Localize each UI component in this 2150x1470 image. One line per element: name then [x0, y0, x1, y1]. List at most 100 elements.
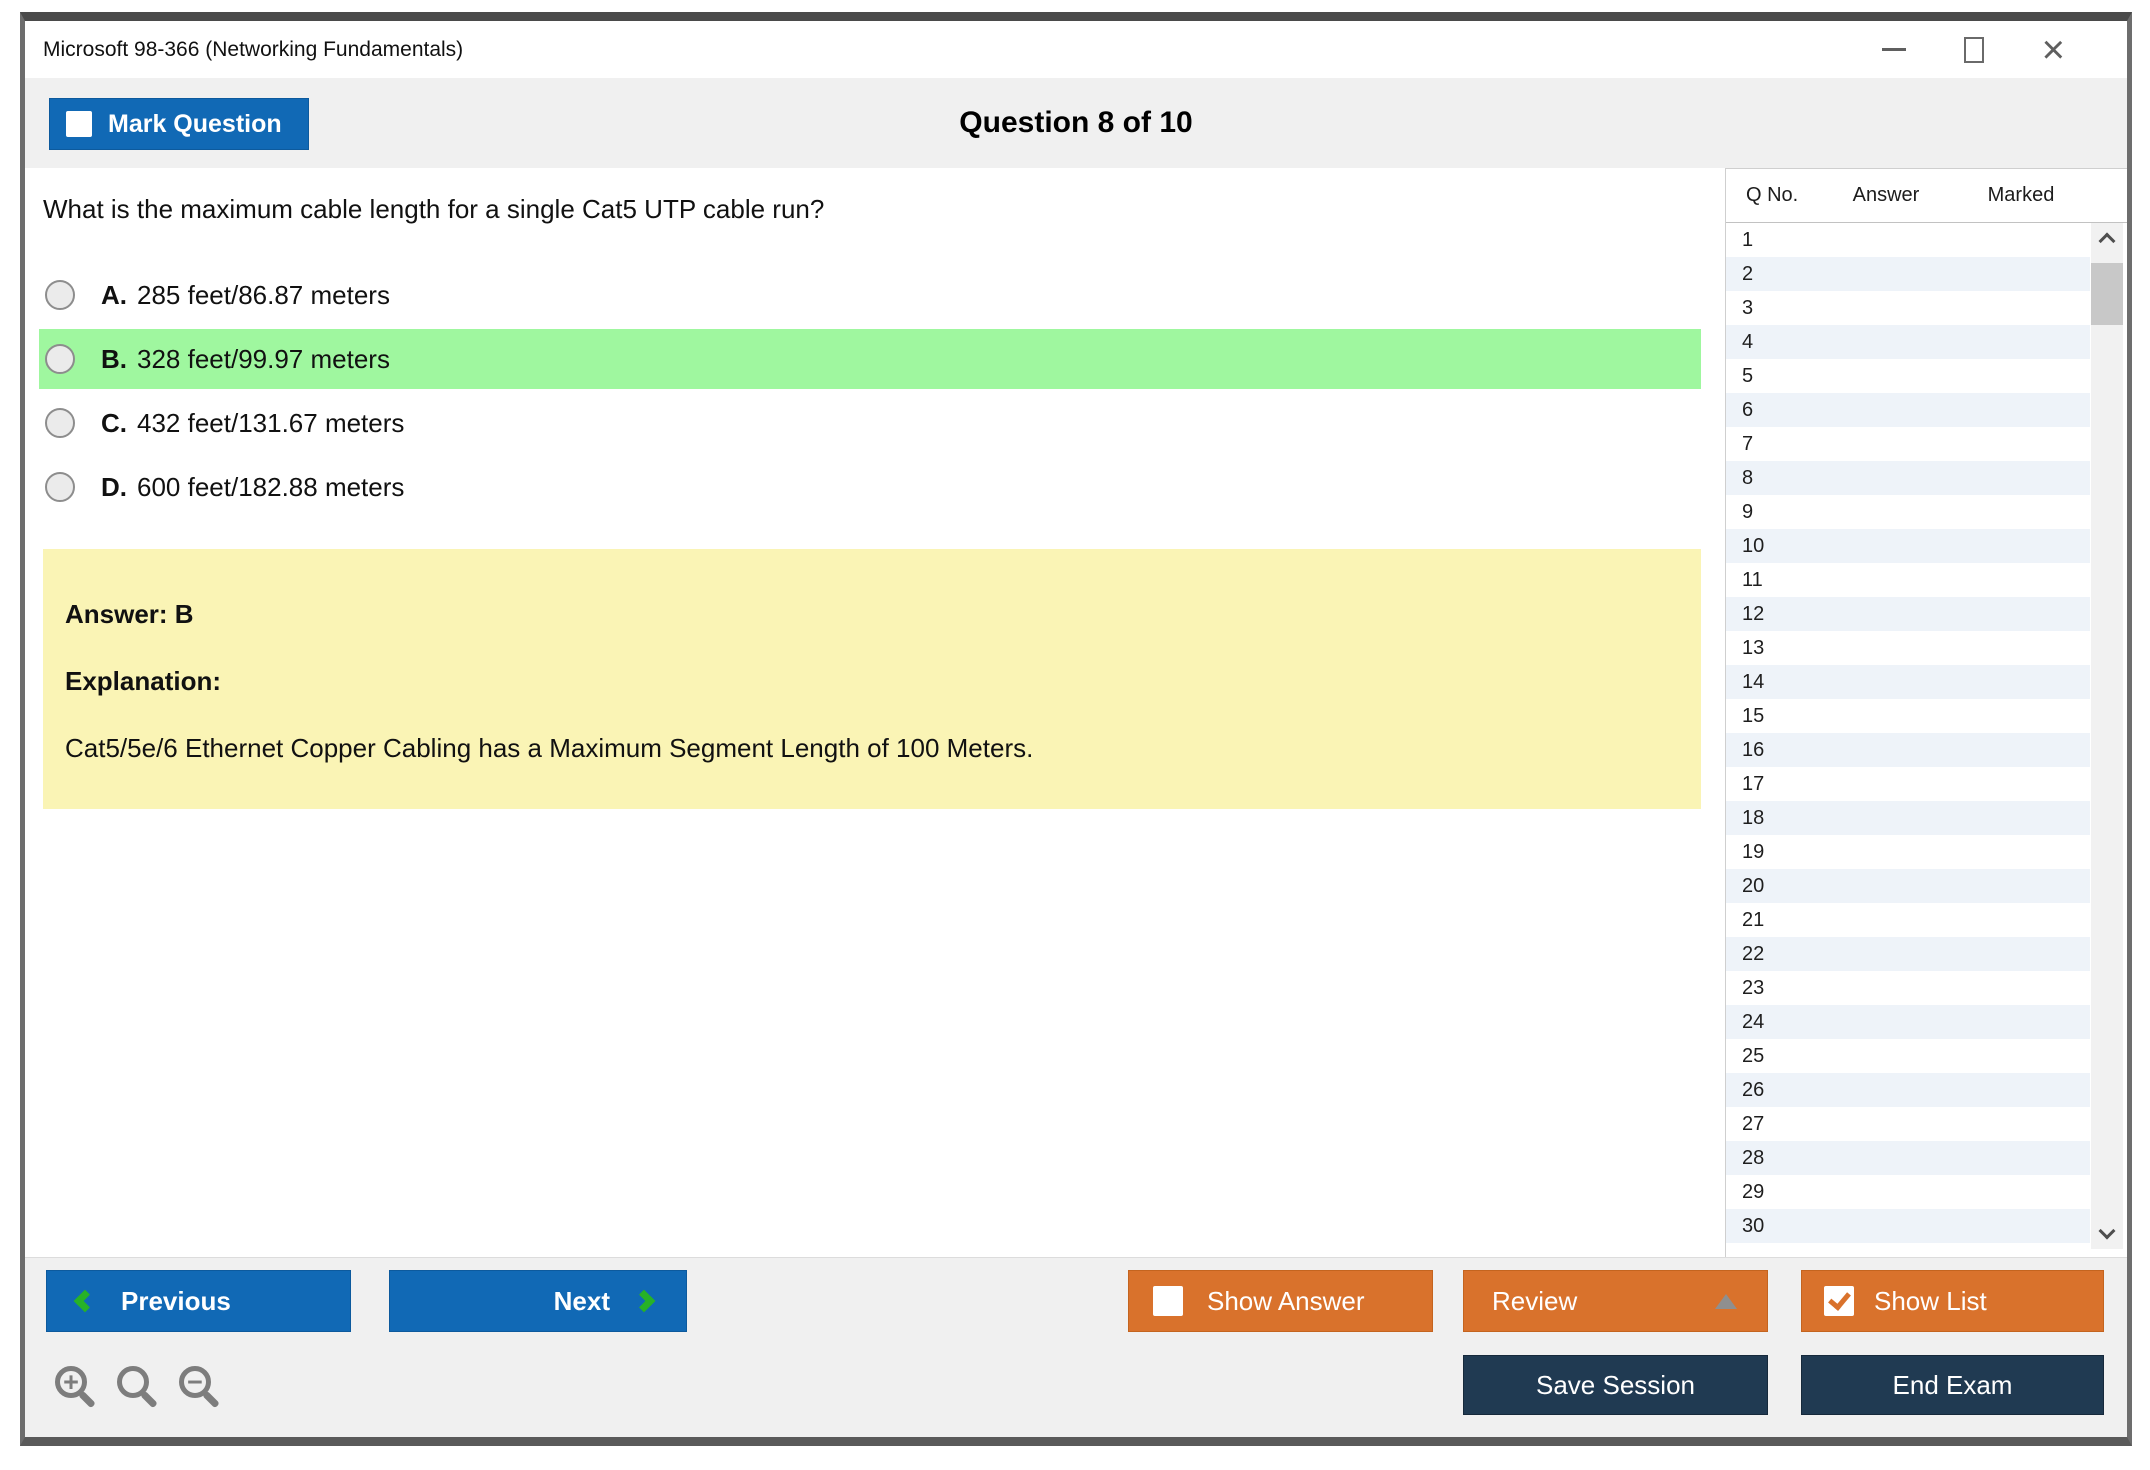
show-list-button[interactable]: Show List — [1801, 1270, 2104, 1332]
question-list-header: Q No. Answer Marked — [1726, 169, 2127, 223]
question-list-row[interactable]: 4 — [1726, 325, 2090, 359]
question-number: 26 — [1742, 1079, 1764, 1102]
question-list-row[interactable]: 19 — [1726, 835, 2090, 869]
question-panel: What is the maximum cable length for a s… — [25, 168, 1725, 1257]
question-list-row[interactable]: 1 — [1726, 223, 2090, 257]
question-number: 1 — [1742, 229, 1753, 252]
question-list-row[interactable]: 10 — [1726, 529, 2090, 563]
close-icon[interactable] — [2042, 30, 2065, 70]
question-list-row[interactable]: 29 — [1726, 1175, 2090, 1209]
scroll-up-arrow-icon[interactable] — [2091, 223, 2123, 253]
end-exam-label: End Exam — [1893, 1370, 2013, 1401]
radio-icon[interactable] — [45, 408, 75, 438]
question-list-row[interactable]: 8 — [1726, 461, 2090, 495]
content-area: What is the maximum cable length for a s… — [25, 168, 2127, 1257]
header-bar: Mark Question Question 8 of 10 — [25, 78, 2127, 168]
question-list-row[interactable]: 18 — [1726, 801, 2090, 835]
question-number: 22 — [1742, 943, 1764, 966]
zoom-normal-icon[interactable] — [117, 1366, 149, 1398]
mark-question-button[interactable]: Mark Question — [49, 98, 309, 150]
question-list-row[interactable]: 25 — [1726, 1039, 2090, 1073]
question-number: 13 — [1742, 637, 1764, 660]
question-list-row[interactable]: 15 — [1726, 699, 2090, 733]
option-row-a[interactable]: A. 285 feet/86.87 meters — [39, 265, 1701, 325]
show-answer-button[interactable]: Show Answer — [1128, 1270, 1433, 1332]
radio-icon[interactable] — [45, 280, 75, 310]
radio-icon[interactable] — [45, 344, 75, 374]
scroll-down-arrow-icon[interactable] — [2091, 1219, 2123, 1249]
sidebar-scrollbar[interactable] — [2091, 223, 2123, 1249]
explanation-label: Explanation: — [65, 666, 1701, 697]
question-number: 29 — [1742, 1181, 1764, 1204]
question-number: 10 — [1742, 535, 1764, 558]
question-list-row[interactable]: 26 — [1726, 1073, 2090, 1107]
question-list-row[interactable]: 21 — [1726, 903, 2090, 937]
question-list-row[interactable]: 16 — [1726, 733, 2090, 767]
show-list-label: Show List — [1874, 1286, 1987, 1317]
mark-question-label: Mark Question — [108, 110, 282, 139]
window-controls — [1882, 30, 2065, 70]
option-row-c[interactable]: C. 432 feet/131.67 meters — [39, 393, 1701, 453]
window-title: Microsoft 98-366 (Networking Fundamental… — [43, 38, 463, 62]
question-list-row[interactable]: 6 — [1726, 393, 2090, 427]
checkbox-unchecked-icon[interactable] — [1153, 1286, 1183, 1316]
question-list-row[interactable]: 2 — [1726, 257, 2090, 291]
checkbox-unchecked-icon[interactable] — [66, 111, 92, 137]
option-row-b[interactable]: B.328 feet/99.97 meters — [39, 329, 1701, 389]
zoom-out-icon[interactable] — [179, 1366, 211, 1398]
question-list-row[interactable]: 5 — [1726, 359, 2090, 393]
show-answer-label: Show Answer — [1207, 1286, 1365, 1317]
option-text: 285 feet/86.87 meters — [137, 280, 390, 311]
option-letter: A. — [101, 280, 127, 311]
option-letter: C. — [101, 408, 127, 439]
option-text: 432 feet/131.67 meters — [137, 408, 404, 439]
question-list-row[interactable]: 3 — [1726, 291, 2090, 325]
question-list-row[interactable]: 14 — [1726, 665, 2090, 699]
question-list-row[interactable]: 20 — [1726, 869, 2090, 903]
minimize-icon[interactable] — [1882, 48, 1906, 51]
next-button[interactable]: Next — [389, 1270, 687, 1332]
question-number: 2 — [1742, 263, 1753, 286]
question-list-row[interactable]: 9 — [1726, 495, 2090, 529]
question-number: 8 — [1742, 467, 1753, 490]
previous-button[interactable]: Previous — [46, 1270, 351, 1332]
option-text: 600 feet/182.88 meters — [137, 472, 404, 503]
question-number: 9 — [1742, 501, 1753, 524]
end-exam-button[interactable]: End Exam — [1801, 1355, 2104, 1415]
scrollbar-thumb[interactable] — [2091, 263, 2123, 325]
review-button[interactable]: Review — [1463, 1270, 1768, 1332]
radio-icon[interactable] — [45, 472, 75, 502]
question-list-row[interactable]: 11 — [1726, 563, 2090, 597]
explanation-text: Cat5/5e/6 Ethernet Copper Cabling has a … — [65, 733, 1701, 764]
previous-label: Previous — [121, 1286, 231, 1317]
question-list-row[interactable]: 13 — [1726, 631, 2090, 665]
question-counter: Question 8 of 10 — [959, 106, 1192, 140]
question-number: 15 — [1742, 705, 1764, 728]
next-label: Next — [554, 1286, 610, 1317]
question-list-row[interactable]: 30 — [1726, 1209, 2090, 1243]
question-number: 11 — [1742, 569, 1763, 592]
question-list-row[interactable]: 17 — [1726, 767, 2090, 801]
question-list-row[interactable]: 12 — [1726, 597, 2090, 631]
question-list-sidebar: Q No. Answer Marked 12345678910111213141… — [1725, 168, 2127, 1257]
question-list-row[interactable]: 7 — [1726, 427, 2090, 461]
question-list-row[interactable]: 24 — [1726, 1005, 2090, 1039]
question-list-row[interactable]: 28 — [1726, 1141, 2090, 1175]
save-session-button[interactable]: Save Session — [1463, 1355, 1768, 1415]
question-number: 21 — [1742, 909, 1764, 932]
question-number: 23 — [1742, 977, 1764, 1000]
question-number: 3 — [1742, 297, 1753, 320]
question-list-row[interactable]: 22 — [1726, 937, 2090, 971]
title-bar: Microsoft 98-366 (Networking Fundamental… — [25, 21, 2127, 78]
footer-bar: Previous Next Show Answer Review Show Li… — [25, 1257, 2127, 1437]
question-list-row[interactable]: 27 — [1726, 1107, 2090, 1141]
question-number: 7 — [1742, 433, 1753, 456]
question-number: 20 — [1742, 875, 1764, 898]
option-row-d[interactable]: D.600 feet/182.88 meters — [39, 457, 1701, 517]
zoom-in-icon[interactable] — [55, 1366, 87, 1398]
answer-label: Answer: B — [65, 599, 1701, 630]
question-list-row[interactable]: 23 — [1726, 971, 2090, 1005]
checkbox-checked-icon[interactable] — [1824, 1286, 1854, 1316]
triangle-up-icon — [1715, 1294, 1737, 1309]
maximize-icon[interactable] — [1964, 37, 1984, 63]
